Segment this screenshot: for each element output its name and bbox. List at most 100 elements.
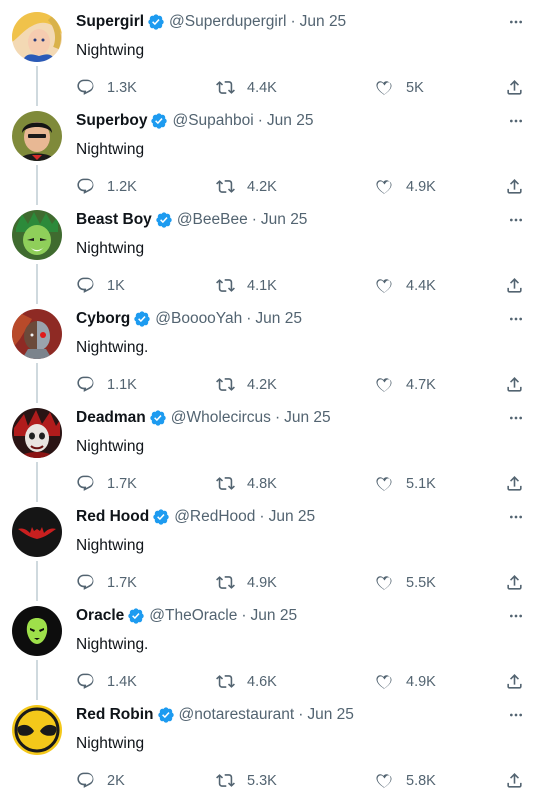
author-name[interactable]: Red Hood (76, 507, 149, 527)
like-button[interactable]: 4.7K (375, 375, 436, 394)
retweet-button[interactable]: 4.2K (216, 375, 277, 394)
red-robin-avatar-image (12, 705, 62, 755)
avatar[interactable] (12, 507, 62, 557)
share-button[interactable] (505, 375, 524, 394)
reply-button[interactable]: 1K (76, 276, 125, 295)
reply-button[interactable]: 2K (76, 771, 125, 790)
tweet-actions: 1.4K 4.6K 4.9K (76, 672, 526, 694)
red-hood-avatar-image (12, 507, 62, 557)
tweet[interactable]: Red Hood @RedHood · Jun 25 Nightwing 1.7… (0, 495, 540, 601)
like-button[interactable]: 5K (375, 78, 424, 97)
avatar[interactable] (12, 705, 62, 755)
tweet-date[interactable]: Jun 25 (300, 12, 347, 32)
reply-button[interactable]: 1.3K (76, 78, 137, 97)
tweet-header: Supergirl @Superdupergirl · Jun 25 (76, 12, 526, 32)
tweet[interactable]: Superboy @Supahboi · Jun 25 Nightwing 1.… (0, 99, 540, 205)
share-icon (507, 674, 522, 689)
like-count: 4.9K (406, 673, 436, 690)
retweet-count: 4.2K (247, 376, 277, 393)
like-button[interactable]: 4.9K (375, 177, 436, 196)
avatar[interactable] (12, 606, 62, 656)
reply-button[interactable]: 1.7K (76, 573, 137, 592)
author-handle[interactable]: @Wholecircus (171, 408, 271, 428)
tweet[interactable]: Beast Boy @BeeBee · Jun 25 Nightwing 1K … (0, 198, 540, 304)
avatar[interactable] (12, 210, 62, 260)
avatar[interactable] (12, 408, 62, 458)
like-count: 4.7K (406, 376, 436, 393)
avatar[interactable] (12, 309, 62, 359)
reply-button[interactable]: 1.2K (76, 177, 137, 196)
more-icon[interactable] (506, 507, 526, 527)
more-icon[interactable] (506, 606, 526, 626)
tweet-date[interactable]: Jun 25 (267, 111, 314, 131)
share-button[interactable] (505, 177, 524, 196)
author-handle[interactable]: @BeeBee (177, 210, 248, 230)
share-button[interactable] (505, 474, 524, 493)
retweet-button[interactable]: 4.2K (216, 177, 277, 196)
share-button[interactable] (505, 78, 524, 97)
tweet-date[interactable]: Jun 25 (251, 606, 298, 626)
author-name[interactable]: Red Robin (76, 705, 154, 725)
retweet-icon (216, 180, 235, 193)
more-icon[interactable] (506, 309, 526, 329)
author-handle[interactable]: @RedHood (174, 507, 255, 527)
tweet[interactable]: Supergirl @Superdupergirl · Jun 25 Night… (0, 0, 540, 106)
verified-badge-icon (156, 212, 172, 228)
reply-icon (77, 772, 94, 788)
tweet-date[interactable]: Jun 25 (269, 507, 316, 527)
more-icon[interactable] (506, 408, 526, 428)
tweet[interactable]: Deadman @Wholecircus · Jun 25 Nightwing … (0, 396, 540, 502)
heart-icon (376, 675, 392, 690)
more-icon[interactable] (506, 210, 526, 230)
share-button[interactable] (505, 672, 524, 691)
more-icon[interactable] (506, 12, 526, 32)
reply-icon (77, 673, 94, 689)
tweet-actions: 1.7K 4.8K 5.1K (76, 474, 526, 496)
author-handle[interactable]: @Superdupergirl (169, 12, 286, 32)
author-name[interactable]: Beast Boy (76, 210, 152, 230)
like-button[interactable]: 5.1K (375, 474, 436, 493)
reply-button[interactable]: 1.7K (76, 474, 137, 493)
retweet-icon (216, 774, 235, 787)
share-button[interactable] (505, 573, 524, 592)
like-button[interactable]: 4.4K (375, 276, 436, 295)
author-name[interactable]: Cyborg (76, 309, 130, 329)
share-icon (507, 278, 522, 293)
retweet-button[interactable]: 5.3K (216, 771, 277, 790)
tweet[interactable]: Red Robin @notarestaurant · Jun 25 Night… (0, 693, 540, 802)
retweet-button[interactable]: 4.6K (216, 672, 277, 691)
retweet-button[interactable]: 4.9K (216, 573, 277, 592)
tweet-date[interactable]: Jun 25 (261, 210, 308, 230)
like-button[interactable]: 4.9K (375, 672, 436, 691)
author-handle[interactable]: @notarestaurant (179, 705, 295, 725)
share-button[interactable] (505, 276, 524, 295)
separator-dot: · (246, 310, 252, 327)
author-handle[interactable]: @BooooYah (155, 309, 242, 329)
author-handle[interactable]: @TheOracle (149, 606, 237, 626)
retweet-button[interactable]: 4.4K (216, 78, 277, 97)
avatar[interactable] (12, 12, 62, 62)
more-icon[interactable] (506, 111, 526, 131)
tweet[interactable]: Oracle @TheOracle · Jun 25 Nightwing. 1.… (0, 594, 540, 700)
separator-dot: · (251, 211, 257, 228)
separator-dot: · (298, 706, 304, 723)
author-name[interactable]: Superboy (76, 111, 147, 131)
tweet-date[interactable]: Jun 25 (255, 309, 302, 329)
retweet-button[interactable]: 4.8K (216, 474, 277, 493)
more-icon[interactable] (506, 705, 526, 725)
like-button[interactable]: 5.5K (375, 573, 436, 592)
author-name[interactable]: Supergirl (76, 12, 144, 32)
author-name[interactable]: Deadman (76, 408, 146, 428)
avatar[interactable] (12, 111, 62, 161)
tweet-date[interactable]: Jun 25 (284, 408, 331, 428)
author-name[interactable]: Oracle (76, 606, 124, 626)
like-button[interactable]: 5.8K (375, 771, 436, 790)
tweet-date[interactable]: Jun 25 (307, 705, 354, 725)
reply-button[interactable]: 1.4K (76, 672, 137, 691)
retweet-button[interactable]: 4.1K (216, 276, 277, 295)
reply-count: 1K (107, 277, 125, 294)
author-handle[interactable]: @Supahboi (172, 111, 253, 131)
tweet[interactable]: Cyborg @BooooYah · Jun 25 Nightwing. 1.1… (0, 297, 540, 403)
reply-button[interactable]: 1.1K (76, 375, 137, 394)
share-button[interactable] (505, 771, 524, 790)
